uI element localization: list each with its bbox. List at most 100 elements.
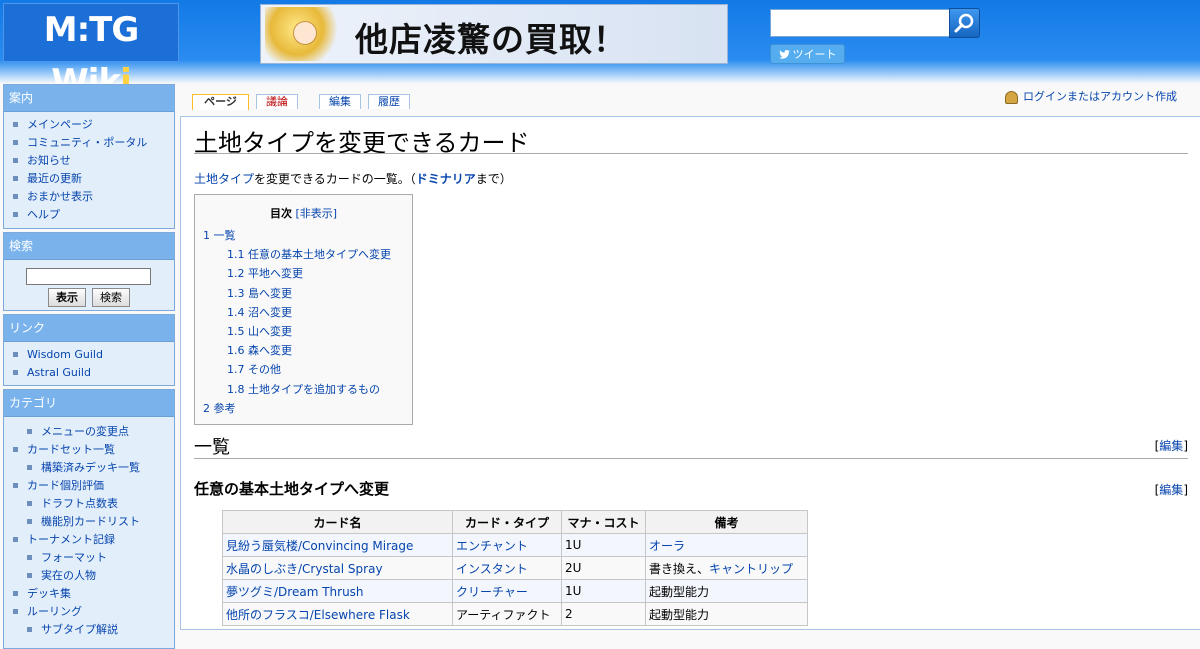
toc-item[interactable]: 1 一覧: [203, 227, 236, 243]
table-row: 他所のフラスコ/Elsewhere Flask アーティファクト 2 起動型能力: [222, 602, 808, 626]
land-type-link[interactable]: 土地タイプ: [194, 172, 254, 186]
table-row: 夢ツグミ/Dream Thrush クリーチャー 1U 起動型能力: [222, 579, 808, 603]
bullet-icon: [27, 500, 32, 506]
sidebar-item-label: メインページ: [27, 118, 93, 131]
sidebar-links: リンク Wisdom Guild Astral Guild: [3, 314, 175, 386]
card-name-link[interactable]: 夢ツグミ/Dream Thrush: [226, 585, 364, 599]
sidebar-item-random-page[interactable]: おまかせ表示: [13, 188, 174, 206]
sidebar-item-real-people[interactable]: 実在の人物: [13, 567, 174, 585]
bullet-icon: [13, 139, 18, 145]
subsection-heading-any-basic: 任意の基本土地タイプへ変更: [194, 480, 390, 498]
table-row: 水晶のしぶき/Crystal Spray インスタント 2U 書き換え、キャント…: [222, 556, 808, 580]
sidebar-item-rulings[interactable]: ルーリング: [13, 603, 174, 621]
tab-history[interactable]: 履歴: [368, 94, 410, 109]
sidebar-item-news[interactable]: お知らせ: [13, 152, 174, 170]
card-name-link[interactable]: 他所のフラスコ/Elsewhere Flask: [226, 608, 410, 622]
bullet-icon: [13, 369, 18, 375]
sidebar-item-community-portal[interactable]: コミュニティ・ポータル: [13, 134, 174, 152]
note-text: 起動型能力: [649, 584, 710, 599]
sidebar-item-help[interactable]: ヘルプ: [13, 206, 174, 224]
card-name-link[interactable]: 見紛う蜃気楼/Convincing Mirage: [226, 539, 413, 553]
mana-cost: 1U: [561, 579, 646, 603]
twitter-bird-icon: [778, 50, 790, 59]
ad-banner[interactable]: 他店凌驚の買取！: [260, 4, 728, 64]
bullet-icon: [27, 554, 32, 560]
sidebar-nav-title: 案内: [4, 85, 174, 112]
sidebar-item-decklists[interactable]: デッキ集: [13, 585, 174, 603]
sidebar-item-recent-changes[interactable]: 最近の更新: [13, 170, 174, 188]
header-search-button[interactable]: [949, 8, 980, 38]
toc-item[interactable]: 1.1 任意の基本土地タイプへ変更: [227, 246, 391, 262]
toc-item[interactable]: 1.2 平地へ変更: [227, 265, 303, 281]
intro-text: を変更できるカードの一覧。（: [254, 172, 416, 186]
sidebar-item-tournament-records[interactable]: トーナメント記録: [13, 531, 174, 549]
sidebar-item-label: メニューの変更点: [41, 425, 129, 438]
sidebar-item-label: お知らせ: [27, 154, 71, 167]
login-link[interactable]: ログインまたはアカウント作成: [1005, 88, 1177, 104]
sidebar-item-label: カードセット一覧: [27, 443, 115, 456]
sidebar-item-card-sets[interactable]: カードセット一覧: [13, 441, 174, 459]
bullet-icon: [13, 446, 18, 452]
site-header: M:TG Wiki 他店凌驚の買取！ ツイート: [0, 0, 1200, 102]
sidebar-go-button[interactable]: 表示: [48, 288, 86, 307]
bullet-icon: [27, 626, 32, 632]
sidebar-item-preconstructed-decks[interactable]: 構築済みデッキ一覧: [13, 459, 174, 477]
sidebar-search: 検索 表示 検索: [3, 232, 175, 311]
sidebar-search-input[interactable]: [26, 268, 151, 285]
toc-header: 目次 [非表示]: [195, 205, 412, 221]
sidebar-navigation: 案内 メインページ コミュニティ・ポータル お知らせ 最近の更新 おまかせ表示 …: [3, 84, 175, 229]
sidebar-item-card-lists-by-function[interactable]: 機能別カードリスト: [13, 513, 174, 531]
toc-item[interactable]: 1.7 その他: [227, 361, 281, 377]
card-type-link[interactable]: エンチャント: [456, 539, 528, 553]
card-name-link[interactable]: 水晶のしぶき/Crystal Spray: [226, 562, 383, 576]
toc-item[interactable]: 1.3 島へ変更: [227, 285, 292, 301]
column-header: カード・タイプ: [452, 510, 562, 534]
bullet-icon: [27, 518, 32, 524]
mana-cost: 1U: [561, 533, 646, 557]
sidebar-search-title: 検索: [4, 233, 174, 260]
tab-edit[interactable]: 編集: [319, 94, 361, 109]
site-logo[interactable]: M:TG Wiki: [3, 3, 179, 102]
toc-item[interactable]: 2 参考: [203, 400, 236, 416]
toc-item[interactable]: 1.4 沼へ変更: [227, 304, 292, 320]
bullet-icon: [13, 157, 18, 163]
sidebar-item-menu-changes[interactable]: メニューの変更点: [13, 423, 174, 441]
card-type-link[interactable]: クリーチャー: [456, 585, 528, 599]
sidebar-item-astral-guild[interactable]: Astral Guild: [13, 364, 174, 382]
banner-character-image: [265, 7, 345, 61]
sidebar-item-wisdom-guild[interactable]: Wisdom Guild: [13, 346, 174, 364]
toc-item[interactable]: 1.6 森へ変更: [227, 342, 292, 358]
sidebar-item-formats[interactable]: フォーマット: [13, 549, 174, 567]
tweet-button[interactable]: ツイート: [770, 44, 845, 64]
note-link[interactable]: オーラ: [649, 539, 685, 553]
note-text: 書き換え、: [649, 561, 710, 576]
sidebar-item-label: コミュニティ・ポータル: [27, 136, 148, 149]
sidebar-item-label: 実在の人物: [41, 569, 96, 582]
tab-talk[interactable]: 議論: [256, 94, 298, 109]
sidebar-categories: カテゴリ メニューの変更点 カードセット一覧 構築済みデッキ一覧 カード個別評価…: [3, 389, 175, 649]
sidebar-item-draft-scores[interactable]: ドラフト点数表: [13, 495, 174, 513]
toc-item[interactable]: 1.8 土地タイプを追加するもの: [227, 381, 380, 397]
note-link[interactable]: キャントリップ: [709, 562, 793, 576]
subsection-edit-link[interactable]: [編集]: [1155, 481, 1188, 498]
bullet-icon: [13, 482, 18, 488]
mana-cost: 2U: [561, 556, 646, 580]
bullet-icon: [13, 193, 18, 199]
tab-page[interactable]: ページ: [192, 94, 249, 110]
user-icon: [1005, 90, 1018, 104]
header-search-input[interactable]: [770, 9, 950, 37]
sidebar-search-button[interactable]: 検索: [92, 288, 130, 307]
section-heading-list: 一覧: [194, 437, 230, 458]
sidebar-item-main-page[interactable]: メインページ: [13, 116, 174, 134]
sidebar-item-label: フォーマット: [41, 551, 107, 564]
sidebar-item-card-reviews[interactable]: カード個別評価: [13, 477, 174, 495]
card-type-link[interactable]: インスタント: [456, 562, 528, 576]
column-header: マナ・コスト: [561, 510, 646, 534]
sidebar-item-label: 最近の更新: [27, 172, 82, 185]
sidebar-item-subtype-guide[interactable]: サブタイプ解説: [13, 621, 174, 639]
toc-item[interactable]: 1.5 山へ変更: [227, 323, 292, 339]
section-edit-link[interactable]: [編集]: [1155, 437, 1188, 454]
toc-toggle-link[interactable]: [非表示]: [295, 207, 337, 220]
table-header-row: カード名 カード・タイプ マナ・コスト 備考: [222, 510, 808, 534]
dominaria-link[interactable]: ドミナリア: [416, 172, 476, 186]
